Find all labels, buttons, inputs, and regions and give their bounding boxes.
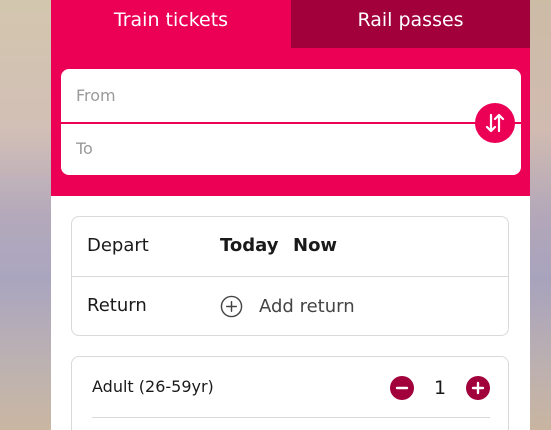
origin-destination-card [61,69,521,175]
tab-train-tickets[interactable]: Train tickets [51,0,291,48]
return-row: Return Add return [72,277,508,336]
plus-circle-icon [220,295,243,318]
swap-stations-button[interactable] [475,103,515,143]
tab-rail-passes[interactable]: Rail passes [291,0,530,48]
plus-circle-icon [471,381,485,395]
to-input[interactable] [61,122,521,175]
return-label: Return [87,295,147,316]
passengers-card: Adult (26-59yr) 1 [71,356,509,430]
adult-count: 1 [433,377,447,399]
depart-label: Depart [87,235,149,256]
depart-row[interactable]: Depart Today Now [72,217,508,276]
depart-time[interactable]: Now [293,217,337,275]
search-panel: Train tickets Rail passes Depart Today N… [51,0,530,430]
background-right [530,0,551,430]
from-input[interactable] [61,69,521,122]
journey-section [51,48,530,196]
tab-bar: Train tickets Rail passes [51,0,530,48]
background-left [0,0,51,430]
swap-vertical-icon [485,113,505,133]
adult-passenger-label: Adult (26-59yr) [92,377,214,396]
adult-increment-button[interactable] [466,376,490,400]
minus-circle-icon [395,386,409,390]
passengers-divider [92,417,490,418]
dates-card: Depart Today Now Return Add return [71,216,509,336]
adult-decrement-button[interactable] [390,376,414,400]
add-return-label: Add return [259,296,355,317]
depart-day[interactable]: Today [220,217,278,275]
